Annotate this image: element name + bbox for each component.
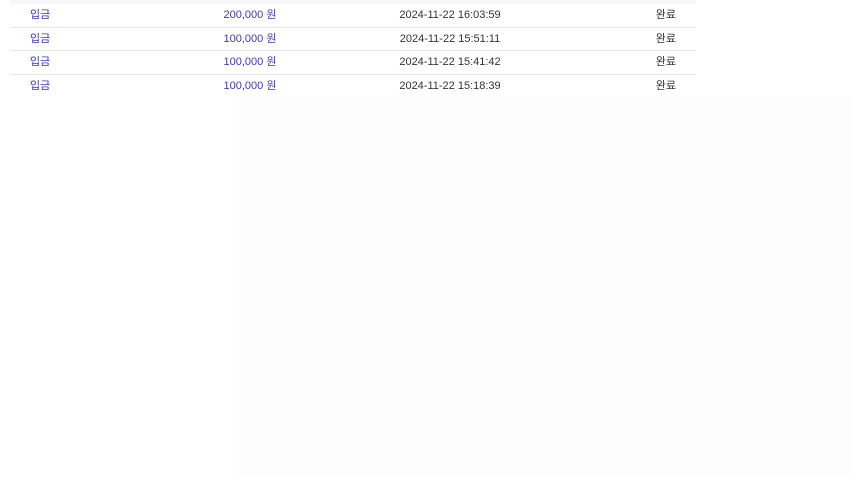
transaction-amount: 100,000 원 <box>150 27 350 51</box>
transaction-amount: 100,000 원 <box>223 79 277 92</box>
transaction-status: 완료 <box>655 79 676 92</box>
transaction-status: 완료 <box>550 50 696 75</box>
table-row[interactable]: 입금 100,000 원 2024-11-22 15:41:42 완료 <box>10 50 696 75</box>
transaction-datetime: 2024-11-22 16:03:59 <box>350 4 550 28</box>
transaction-history-table: 입금 200,000 원 2024-11-22 16:03:59 완료 입금 1… <box>10 4 696 97</box>
transaction-datetime: 2024-11-22 15:41:42 <box>350 50 550 75</box>
transaction-status: 완료 <box>550 27 696 51</box>
transaction-datetime: 2024-11-22 15:18:39 <box>399 79 501 92</box>
table-row[interactable]: 입금 200,000 원 2024-11-22 16:03:59 완료 <box>10 4 696 28</box>
transaction-datetime: 2024-11-22 15:51:11 <box>350 27 550 51</box>
table-row[interactable]: 입금 100,000 원 2024-11-22 15:51:11 완료 <box>10 27 696 51</box>
page: 입금 200,000 원 2024-11-22 16:03:59 완료 입금 1… <box>0 0 850 478</box>
background-panel <box>238 96 850 478</box>
transaction-type: 입금 <box>30 79 51 92</box>
transaction-type: 입금 <box>10 50 150 75</box>
transaction-type: 입금 <box>10 4 150 28</box>
transaction-amount: 200,000 원 <box>150 4 350 28</box>
table-row[interactable]: 입금 100,000 원 2024-11-22 15:18:39 완료 <box>10 74 696 97</box>
transaction-status: 완료 <box>550 4 696 28</box>
transaction-type: 입금 <box>10 27 150 51</box>
transaction-amount: 100,000 원 <box>150 50 350 75</box>
